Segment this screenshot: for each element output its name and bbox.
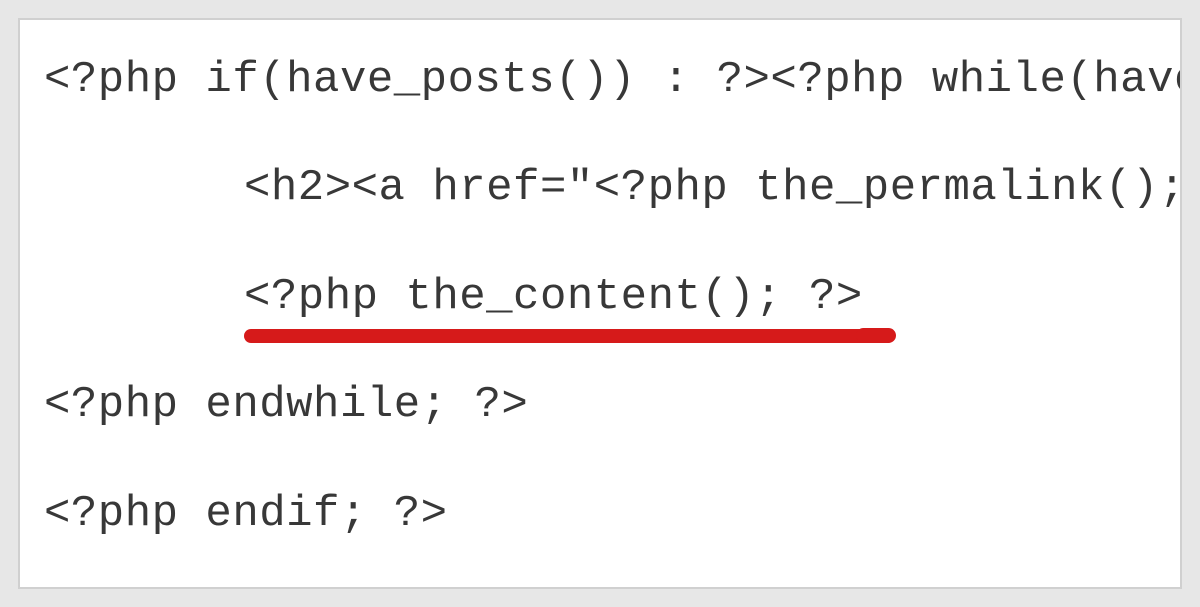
code-line-if-while: <?php if(have_posts()) : ?><?php while(h… <box>44 56 1156 104</box>
code-line-endwhile: <?php endwhile; ?> <box>44 381 1156 429</box>
code-text-the-content: <?php the_content(); ?> <box>244 272 863 322</box>
page-background: <?php if(have_posts()) : ?><?php while(h… <box>0 0 1200 607</box>
code-line-h2-permalink: <h2><a href="<?php the_permalink(); ? <box>44 164 1156 212</box>
red-underline-annotation <box>244 329 874 343</box>
code-line-endif: <?php endif; ?> <box>44 490 1156 538</box>
code-line-the-content: <?php the_content(); ?> <box>44 273 1156 321</box>
code-snippet-panel: <?php if(have_posts()) : ?><?php while(h… <box>18 18 1182 589</box>
